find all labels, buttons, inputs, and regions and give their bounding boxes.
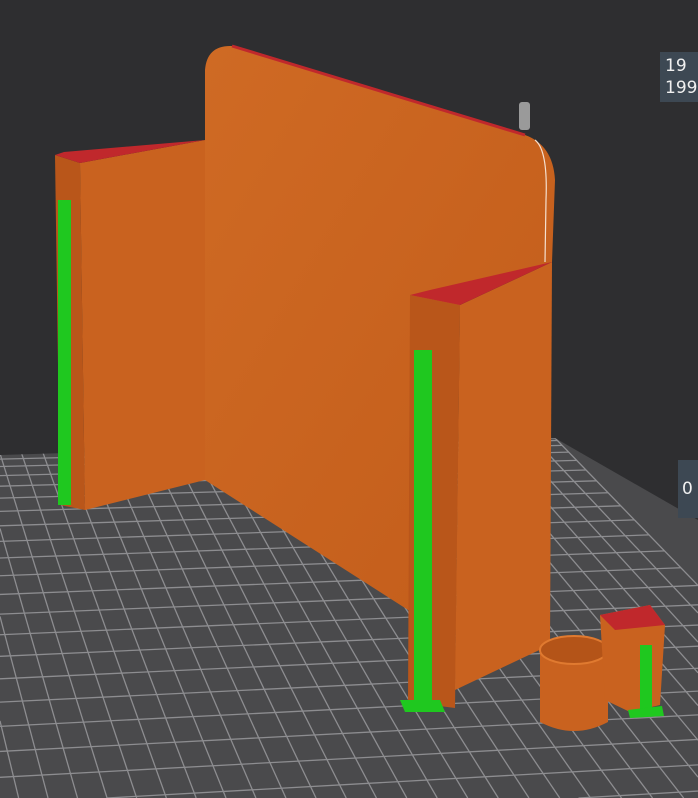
layer-slider-bottom-label[interactable]: 0 [678,460,698,518]
right-wall-front [455,262,552,690]
support-right-base [400,700,445,712]
3d-preview-canvas[interactable] [0,0,698,798]
layer-upper-value: 19 [665,56,687,76]
support-left [58,200,71,505]
layer-bottom-value: 0 [682,479,693,499]
support-small [640,645,652,710]
nozzle-icon [519,102,530,130]
layer-lower-value: 199 [665,78,698,98]
layer-slider-top-label[interactable]: 19 199 [660,52,698,102]
cylinder-top [539,635,609,665]
left-wall-front [80,140,205,510]
support-right [414,350,432,705]
